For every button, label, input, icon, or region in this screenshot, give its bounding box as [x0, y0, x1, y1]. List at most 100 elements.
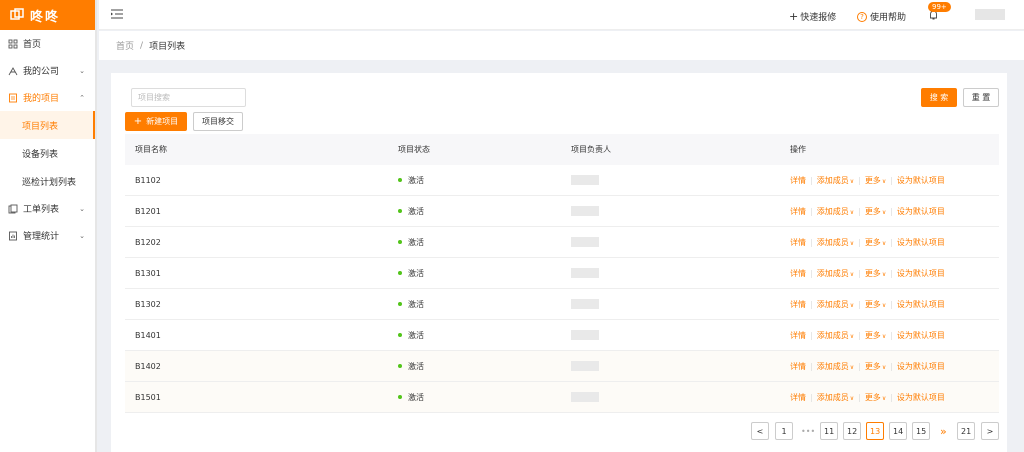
logo-icon — [10, 8, 24, 20]
transfer-project-button[interactable]: 项目移交 — [193, 112, 243, 131]
chevron-down-icon: ∨ — [849, 363, 855, 371]
set-default-link[interactable]: 设为默认项目 — [897, 175, 945, 186]
add-member-link[interactable]: 添加成员∨ — [817, 175, 854, 186]
column-header: 操作 — [790, 145, 806, 154]
table-row: B1102 激活 详情 | 添加成员∨ | 更多∨ | 设为默认项目 — [125, 165, 999, 196]
add-member-link[interactable]: 添加成员∨ — [817, 206, 854, 217]
table-row: B1202 激活 详情 | 添加成员∨ | 更多∨ | 设为默认项目 — [125, 227, 999, 258]
search-button[interactable]: 搜 索 — [921, 88, 957, 107]
action-divider: | — [890, 175, 893, 185]
set-default-link[interactable]: 设为默认项目 — [897, 237, 945, 248]
sidebar-subitem-project-list[interactable]: 项目列表 — [0, 111, 95, 139]
actions-cell: 详情 | 添加成员∨ | 更多∨ | 设为默认项目 — [780, 206, 999, 217]
add-member-link[interactable]: 添加成员∨ — [817, 392, 854, 403]
jump-forward-button[interactable]: » — [940, 422, 947, 440]
more-link[interactable]: 更多∨ — [865, 392, 886, 403]
sidebar-subitem-device-list[interactable]: 设备列表 — [0, 139, 95, 167]
add-member-link[interactable]: 添加成员∨ — [817, 330, 854, 341]
status-dot — [398, 271, 402, 275]
detail-link[interactable]: 详情 — [790, 268, 806, 279]
add-member-link[interactable]: 添加成员∨ — [817, 299, 854, 310]
set-default-link[interactable]: 设为默认项目 — [897, 299, 945, 310]
more-label: 更多 — [864, 392, 881, 402]
menu-collapse-icon[interactable] — [111, 9, 123, 19]
sidebar-item-tickets[interactable]: 工单列表 ⌄ — [0, 195, 95, 222]
more-label: 更多 — [864, 361, 881, 371]
more-link[interactable]: 更多∨ — [865, 175, 886, 186]
status-label: 激活 — [408, 175, 424, 185]
set-default-link[interactable]: 设为默认项目 — [897, 361, 945, 372]
more-link[interactable]: 更多∨ — [865, 268, 886, 279]
page-button[interactable]: 12 — [843, 422, 862, 440]
sidebar-item-company[interactable]: 我的公司 ⌄ — [0, 57, 95, 84]
set-default-link[interactable]: 设为默认项目 — [897, 206, 945, 217]
detail-link[interactable]: 详情 — [790, 392, 806, 403]
action-divider: | — [890, 237, 893, 247]
breadcrumb-home[interactable]: 首页 — [116, 39, 134, 52]
quick-report-button[interactable]: + 快速报修 — [789, 10, 836, 23]
new-project-button[interactable]: + 新建项目 — [125, 112, 187, 131]
page-button[interactable]: 21 — [957, 422, 976, 440]
chevron-down-icon: ∨ — [849, 332, 855, 340]
user-avatar[interactable] — [975, 9, 1005, 20]
page-button[interactable]: 11 — [820, 422, 839, 440]
redacted-owner — [571, 237, 599, 247]
page-button[interactable]: 1 — [775, 422, 793, 440]
action-divider: | — [810, 299, 813, 309]
prev-page-button[interactable]: < — [751, 422, 769, 440]
actions-cell: 详情 | 添加成员∨ | 更多∨ | 设为默认项目 — [780, 361, 999, 372]
detail-link[interactable]: 详情 — [790, 206, 806, 217]
project-owner-cell — [561, 175, 780, 185]
more-label: 更多 — [864, 237, 881, 247]
detail-link[interactable]: 详情 — [790, 175, 806, 186]
status-dot — [398, 395, 402, 399]
more-link[interactable]: 更多∨ — [865, 361, 886, 372]
status-label: 激活 — [408, 268, 424, 278]
more-link[interactable]: 更多∨ — [865, 237, 886, 248]
action-divider: | — [858, 299, 861, 309]
set-default-link[interactable]: 设为默认项目 — [897, 330, 945, 341]
ticket-icon — [8, 204, 18, 213]
sidebar-subitem-inspection-plan[interactable]: 巡检计划列表 — [0, 167, 95, 195]
help-button[interactable]: ? 使用帮助 — [857, 10, 906, 23]
project-owner-cell — [561, 237, 780, 247]
reset-button[interactable]: 重 置 — [963, 88, 999, 107]
status-label: 激活 — [408, 299, 424, 309]
chevron-down-icon: ⌄ — [79, 204, 85, 213]
detail-link[interactable]: 详情 — [790, 361, 806, 372]
pagination-ellipsis[interactable]: ••• — [801, 422, 815, 440]
add-member-link[interactable]: 添加成员∨ — [817, 361, 854, 372]
more-link[interactable]: 更多∨ — [865, 330, 886, 341]
sidebar-subitem-label: 设备列表 — [22, 149, 59, 160]
add-member-link[interactable]: 添加成员∨ — [817, 237, 854, 248]
status-label: 激活 — [408, 206, 424, 216]
chevron-down-icon: ∨ — [881, 301, 887, 309]
column-header: 项目状态 — [398, 145, 430, 154]
actions-cell: 详情 | 添加成员∨ | 更多∨ | 设为默认项目 — [780, 175, 999, 186]
page-button-current[interactable]: 13 — [866, 422, 885, 440]
plus-icon: + — [133, 116, 143, 127]
page-button[interactable]: 15 — [912, 422, 931, 440]
set-default-link[interactable]: 设为默认项目 — [897, 268, 945, 279]
redacted-owner — [571, 392, 599, 402]
project-search-input[interactable] — [131, 88, 246, 107]
table-row: B1501 激活 详情 | 添加成员∨ | 更多∨ | 设为默认项目 — [125, 382, 999, 413]
add-member-label: 添加成员 — [816, 361, 849, 371]
project-status-cell: 激活 — [388, 175, 561, 186]
detail-link[interactable]: 详情 — [790, 299, 806, 310]
next-page-button[interactable]: > — [981, 422, 999, 440]
status-dot — [398, 302, 402, 306]
detail-link[interactable]: 详情 — [790, 237, 806, 248]
sidebar-item-home[interactable]: 首页 — [0, 30, 95, 57]
page-button[interactable]: 14 — [889, 422, 908, 440]
more-link[interactable]: 更多∨ — [865, 299, 886, 310]
sidebar-item-stats[interactable]: 管理统计 ⌄ — [0, 222, 95, 249]
app-logo[interactable]: 咚咚 — [0, 0, 95, 30]
detail-link[interactable]: 详情 — [790, 330, 806, 341]
add-member-label: 添加成员 — [816, 206, 849, 216]
add-member-label: 添加成员 — [816, 392, 849, 402]
set-default-link[interactable]: 设为默认项目 — [897, 392, 945, 403]
more-link[interactable]: 更多∨ — [865, 206, 886, 217]
sidebar-item-my-projects[interactable]: 我的项目 ⌃ — [0, 84, 95, 111]
add-member-link[interactable]: 添加成员∨ — [817, 268, 854, 279]
